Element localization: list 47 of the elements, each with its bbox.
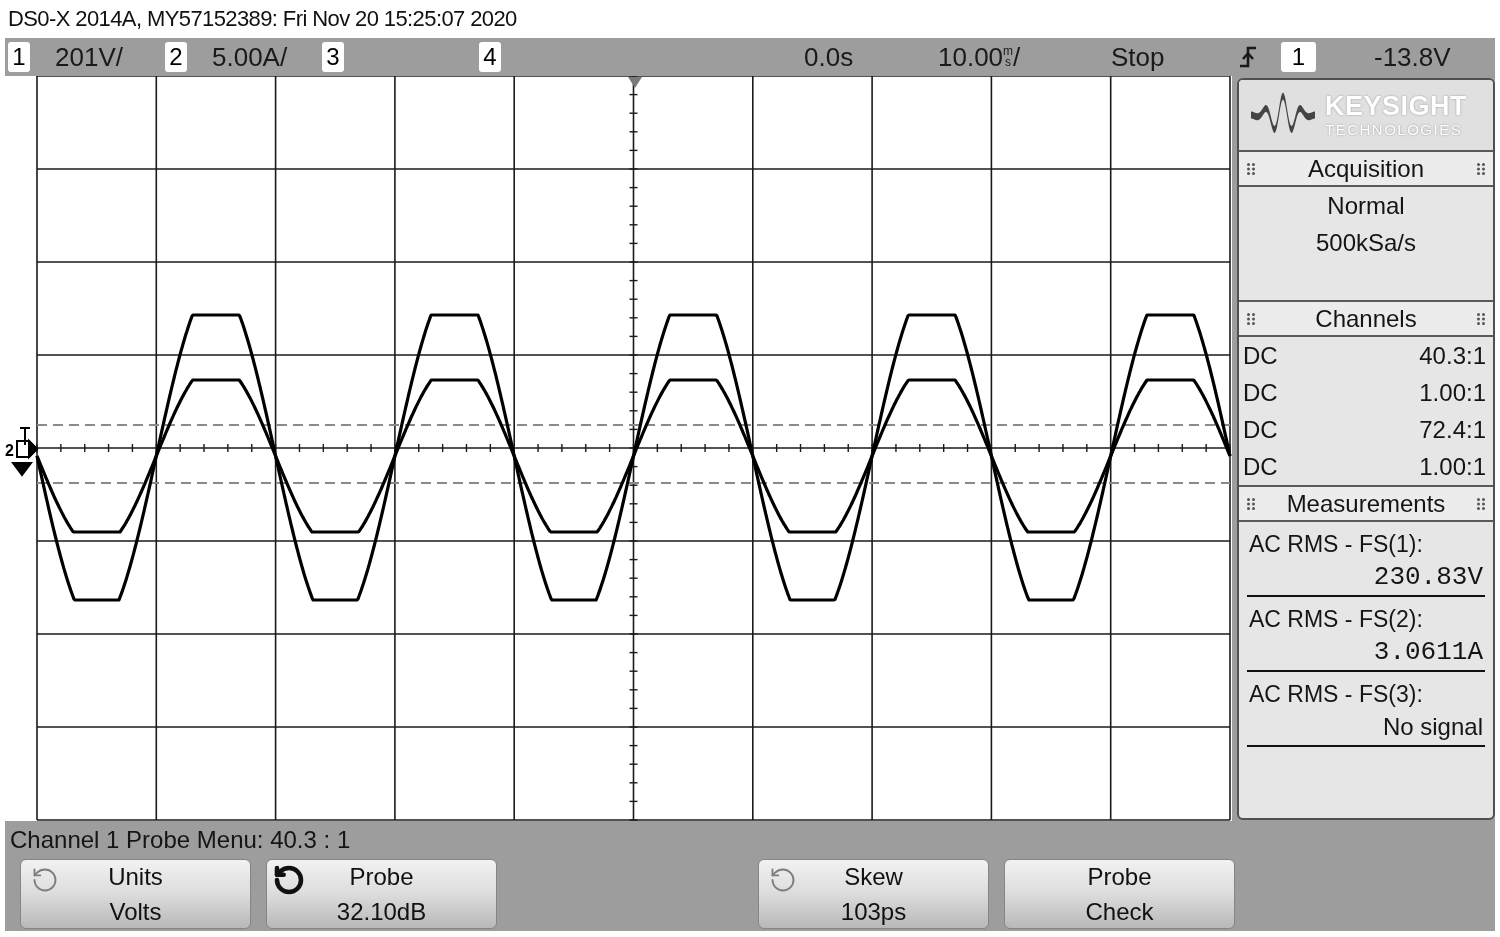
channel-coupling: DC [1243, 414, 1278, 445]
grip-dots-icon [1477, 312, 1485, 325]
softkey[interactable]: Probe 32.10dB [266, 859, 497, 929]
softkey[interactable]: Units Volts [20, 859, 251, 929]
time-delay: 0.0s [804, 44, 854, 70]
measurement-label: AC RMS - FS(2): [1249, 605, 1423, 634]
channel-number: 1 [8, 42, 30, 72]
channel-marker-label: 2 [5, 443, 14, 459]
trigger-level: -13.8V [1374, 44, 1451, 70]
grip-dots-icon [1247, 162, 1255, 175]
measurement-label: AC RMS - FS(3): [1249, 680, 1423, 709]
trigger-source: 1 [1281, 42, 1316, 72]
grip-dots-icon [1477, 162, 1485, 175]
measurement-label: AC RMS - FS(1): [1249, 530, 1423, 559]
rotate-arrow-icon [273, 864, 305, 896]
channel-scale: 201V/ [55, 44, 123, 70]
channel-scale: 5.00A/ [212, 44, 288, 70]
probe-ratio: 72.4:1 [1419, 414, 1486, 445]
grip-dots-icon [1247, 497, 1255, 510]
grip-dots-icon [1477, 497, 1485, 510]
channel-coupling: DC [1243, 340, 1278, 371]
measurement-value: 230.83V [1373, 564, 1483, 590]
rotate-arrow-icon [31, 866, 59, 894]
rising-edge-icon [1239, 45, 1257, 69]
window-title: DS0-X 2014A, MY57152389: Fri Nov 20 15:25:07 2020 [8, 8, 517, 30]
section-title: Acquisition [1307, 156, 1425, 181]
acquisition-mode: Normal [1327, 191, 1405, 221]
probe-ratio: 40.3:1 [1419, 340, 1486, 371]
run-state: Stop [1111, 44, 1165, 70]
channel-coupling: DC [1243, 377, 1278, 408]
softkey[interactable]: Skew 103ps [758, 859, 989, 929]
probe-ratio: 1.00:1 [1419, 377, 1486, 408]
channel-number: 3 [322, 42, 344, 72]
grip-dots-icon [1247, 312, 1255, 325]
section-title: Channels [1315, 306, 1417, 331]
rotate-arrow-icon [769, 866, 797, 894]
menu-title: Channel 1 Probe Menu: 40.3 : 1 [10, 828, 351, 852]
sample-rate: 500kSa/s [1315, 228, 1417, 258]
section-title: Measurements [1286, 491, 1446, 516]
probe-ratio: 1.00:1 [1419, 451, 1486, 482]
measurement-status: No signal [1382, 715, 1483, 739]
triangle-marker-icon [628, 77, 642, 88]
channel-number: 4 [479, 42, 501, 72]
channel-number: 2 [165, 42, 187, 72]
softkey[interactable]: Probe Check [1004, 859, 1235, 929]
channel-coupling: DC [1243, 451, 1278, 482]
measurement-value: 3.0611A [1373, 639, 1483, 665]
